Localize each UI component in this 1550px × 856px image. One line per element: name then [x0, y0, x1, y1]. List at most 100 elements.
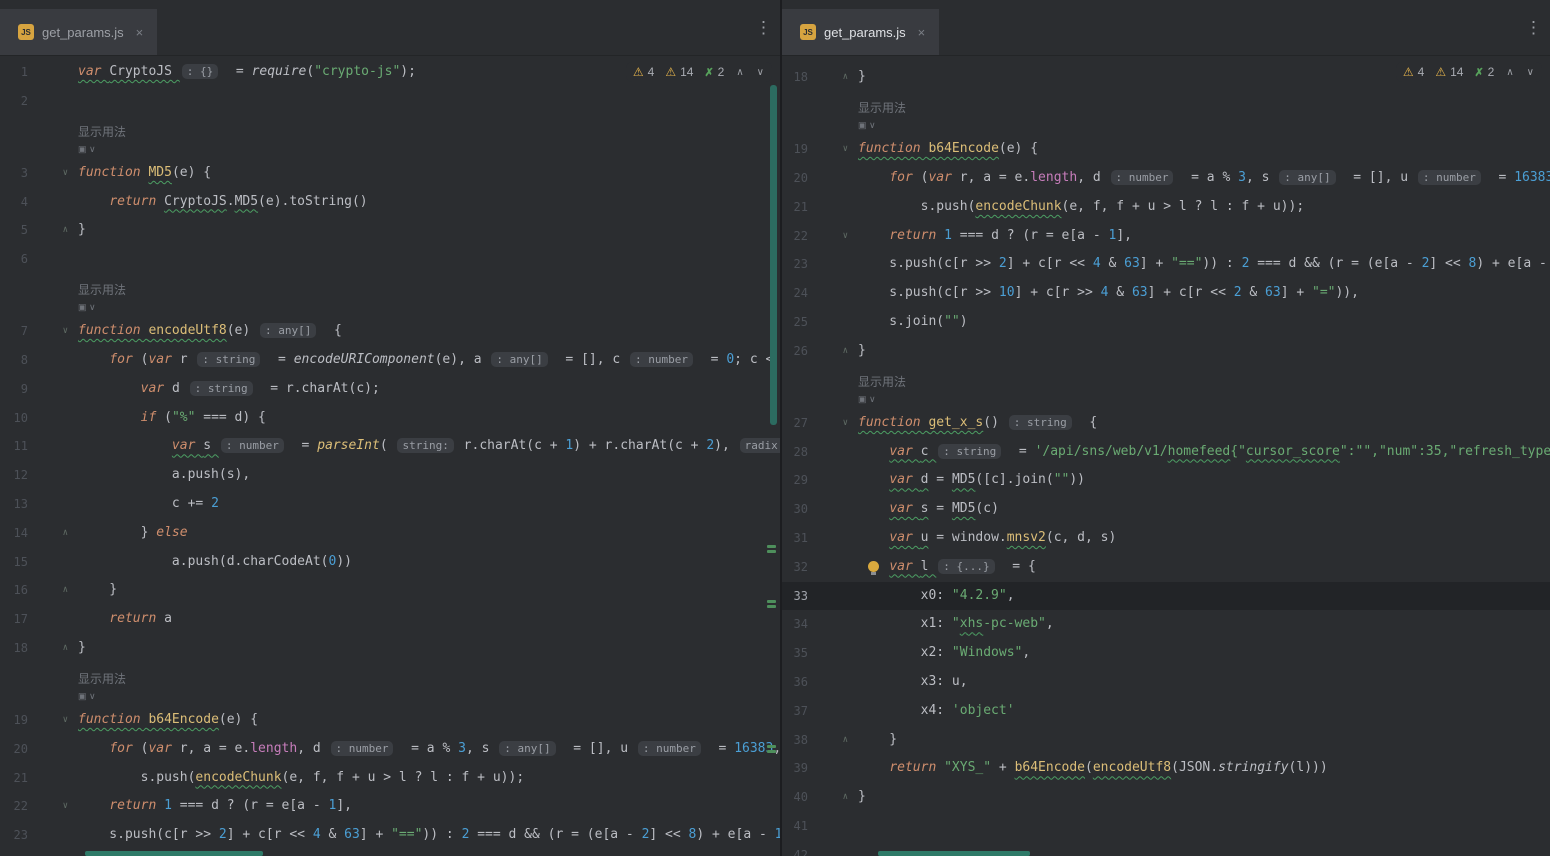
code-line[interactable]: 34 x1: "xhs-pc-web", [782, 610, 1550, 639]
fold-expand-icon[interactable]: ∨ [28, 792, 78, 821]
code-line[interactable]: 6 [0, 245, 780, 274]
line-number[interactable]: 30 [782, 495, 808, 524]
line-number[interactable]: 42 [782, 841, 808, 856]
usages-hint-label[interactable]: 显示用法 [858, 98, 1550, 118]
line-number[interactable]: 15 [0, 548, 28, 577]
code-line[interactable]: 19 ∨ function b64Encode(e) { [0, 706, 780, 735]
code-vision-usages[interactable]: 显示用法 ▣ ∨ [0, 274, 780, 317]
code-line[interactable]: 39 return "XYS_" + b64Encode(encodeUtf8(… [782, 754, 1550, 783]
code-line[interactable]: 25 s.join("") [782, 308, 1550, 337]
fold-expand-icon[interactable]: ∨ [28, 317, 78, 346]
code-line[interactable]: 19 ∨ function b64Encode(e) { [782, 135, 1550, 164]
code-line[interactable]: 23 s.push(c[r >> 2] + c[r << 4 & 63] + "… [782, 250, 1550, 279]
line-number[interactable]: 37 [782, 697, 808, 726]
fold-expand-icon[interactable]: ∨ [808, 409, 858, 438]
fold-expand-icon[interactable]: ∨ [28, 706, 78, 735]
error-stripe[interactable] [1536, 56, 1550, 856]
line-number[interactable]: 19 [782, 135, 808, 164]
usages-hint-label[interactable]: 显示用法 [78, 280, 780, 300]
code-line[interactable]: 41 [782, 812, 1550, 841]
tab-get-params-right[interactable]: JS get_params.js × [782, 9, 940, 55]
line-number[interactable]: 40 [782, 783, 808, 812]
prev-problem-icon[interactable]: ∧ [1505, 67, 1514, 78]
line-number[interactable]: 32 [782, 553, 808, 582]
fold-expand-icon[interactable]: ∨ [28, 159, 78, 188]
code-line[interactable]: 8 for (var r : string = encodeURICompone… [0, 346, 780, 375]
line-number[interactable]: 27 [782, 409, 808, 438]
line-number[interactable]: 33 [782, 582, 808, 611]
fold-collapse-icon[interactable]: ∧ [808, 337, 858, 366]
prev-problem-icon[interactable]: ∧ [735, 67, 744, 78]
stripe-change-mark[interactable] [767, 600, 776, 603]
usages-provider-icon[interactable]: ▣ ∨ [78, 300, 780, 315]
code-line[interactable]: 9 var d : string = r.charAt(c); [0, 375, 780, 404]
line-number[interactable]: 8 [0, 346, 28, 375]
line-number[interactable]: 9 [0, 375, 28, 404]
line-number[interactable]: 6 [0, 245, 28, 274]
error-stripe[interactable] [766, 56, 780, 856]
line-number[interactable]: 28 [782, 438, 808, 467]
fold-collapse-icon[interactable]: ∧ [808, 726, 858, 755]
line-number[interactable]: 39 [782, 754, 808, 783]
editor-left[interactable]: 1 var CryptoJS : {} = require ("crypto-js"… [0, 56, 780, 856]
code-line[interactable]: 38 ∧ } [782, 726, 1550, 755]
intention-bulb-icon[interactable] [868, 560, 879, 575]
line-number[interactable]: 22 [0, 792, 28, 821]
usages-provider-icon[interactable]: ▣ ∨ [858, 392, 1550, 407]
code-vision-usages[interactable]: 显示用法 ▣ ∨ [0, 116, 780, 159]
usages-provider-icon[interactable]: ▣ ∨ [78, 689, 780, 704]
fold-collapse-icon[interactable]: ∧ [28, 576, 78, 605]
line-number[interactable]: 21 [782, 193, 808, 222]
line-number[interactable]: 29 [782, 466, 808, 495]
line-number[interactable]: 19 [0, 706, 28, 735]
warnings-item-2[interactable]: ⚠ 14 [1435, 65, 1463, 79]
fold-collapse-icon[interactable]: ∧ [28, 634, 78, 663]
fold-collapse-icon[interactable]: ∧ [28, 216, 78, 245]
usages-provider-icon[interactable]: ▣ ∨ [858, 118, 1550, 133]
line-number[interactable]: 16 [0, 576, 28, 605]
typos-item[interactable]: ✗ 2 [704, 65, 724, 79]
scrollbar-thumb[interactable] [770, 85, 777, 425]
line-number[interactable]: 35 [782, 639, 808, 668]
horizontal-scrollbar[interactable] [878, 851, 1030, 856]
line-number[interactable]: 11 [0, 432, 28, 461]
line-number[interactable]: 13 [0, 490, 28, 519]
line-number[interactable]: 41 [782, 812, 808, 841]
line-number[interactable]: 23 [782, 250, 808, 279]
code-line[interactable]: 36 x3: u, [782, 668, 1550, 697]
typos-item[interactable]: ✗ 2 [1474, 65, 1494, 79]
line-number[interactable]: 3 [0, 159, 28, 188]
line-number[interactable]: 38 [782, 726, 808, 755]
line-number[interactable]: 26 [782, 337, 808, 366]
warnings-item-1[interactable]: ⚠ 4 [633, 65, 654, 79]
stripe-change-mark[interactable] [767, 745, 776, 748]
code-line[interactable]: 3 ∨ function MD5(e) { [0, 159, 780, 188]
code-line[interactable]: 26 ∧} [782, 337, 1550, 366]
line-number[interactable] [782, 56, 808, 63]
code-line[interactable]: 5 ∧} [0, 216, 780, 245]
line-number[interactable]: 1 [0, 58, 28, 87]
line-number[interactable]: 22 [782, 222, 808, 251]
editor-right[interactable]: 18 ∧} 显示用法 ▣ ∨ 19 ∨ function b64Encode(e) {20 … [782, 56, 1550, 856]
code-line[interactable]: 28 var c : string = '/api/sns/web/v1/hom… [782, 438, 1550, 467]
usages-provider-icon[interactable]: ▣ ∨ [78, 142, 780, 157]
code-line[interactable]: 15 a.push(d.charCodeAt(0)) [0, 548, 780, 577]
fold-collapse-icon[interactable]: ∧ [28, 519, 78, 548]
code-vision-usages[interactable]: 显示用法 ▣ ∨ [0, 663, 780, 706]
line-number[interactable]: 18 [782, 63, 808, 92]
line-number[interactable]: 25 [782, 308, 808, 337]
code-line[interactable]: 12 a.push(s), [0, 461, 780, 490]
code-line[interactable]: 37 x4: 'object' [782, 697, 1550, 726]
line-number[interactable]: 24 [782, 279, 808, 308]
code-line[interactable]: 31 var u = window.mnsv2(c, d, s) [782, 524, 1550, 553]
code-line-current[interactable]: 33 x0: "4.2.9", [782, 581, 1550, 611]
line-number[interactable]: 17 [0, 605, 28, 634]
code-line[interactable]: 30 var s = MD5(c) [782, 495, 1550, 524]
fold-expand-icon[interactable]: ∨ [808, 222, 858, 251]
line-number[interactable]: 20 [0, 735, 28, 764]
line-number[interactable]: 12 [0, 461, 28, 490]
warnings-item-1[interactable]: ⚠ 4 [1403, 65, 1424, 79]
code-line[interactable]: 13 c += 2 [0, 490, 780, 519]
code-vision-usages[interactable]: 显示用法 ▣ ∨ [782, 366, 1550, 409]
code-line[interactable]: 14 ∧ } else [0, 519, 780, 548]
